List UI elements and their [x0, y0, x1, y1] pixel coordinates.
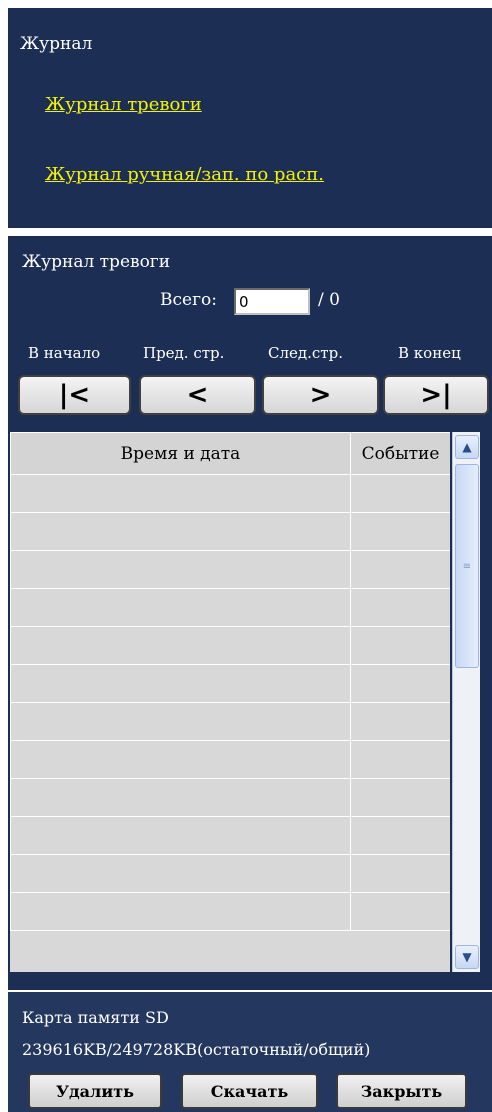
datetime-cell	[10, 474, 351, 513]
manual-schedule-log-link[interactable]: Журнал ручная/зап. по расп.	[45, 164, 324, 185]
first-page-icon: |<	[58, 380, 91, 410]
table-row	[10, 854, 450, 893]
table-row	[10, 740, 450, 779]
table-row	[10, 626, 450, 665]
total-page-input[interactable]	[234, 288, 310, 315]
scroll-down-icon[interactable]: ▼	[455, 945, 479, 969]
event-cell	[350, 892, 450, 931]
scroll-thumb[interactable]: ≡	[455, 464, 479, 668]
sd-card-title: Карта памяти SD	[22, 1008, 169, 1027]
next-page-icon: >	[309, 380, 332, 410]
event-cell	[350, 550, 450, 589]
datetime-column-header: Время и дата	[10, 432, 351, 475]
last-page-icon: >|	[420, 380, 452, 410]
table-row	[10, 816, 450, 855]
datetime-cell	[10, 512, 351, 551]
delete-button[interactable]: Удалить	[28, 1073, 162, 1109]
table-row	[10, 664, 450, 703]
datetime-cell	[10, 702, 351, 741]
datetime-cell	[10, 854, 351, 893]
last-page-label: В конец	[398, 344, 461, 362]
table-row	[10, 588, 450, 627]
table-scrollbar[interactable]: ▲ ≡ ▼	[452, 432, 480, 972]
datetime-cell	[10, 740, 351, 779]
table-row	[10, 550, 450, 589]
log-section-title: Журнал	[20, 34, 93, 54]
event-cell	[350, 474, 450, 513]
table-row	[10, 778, 450, 817]
prev-page-icon: <	[186, 380, 209, 410]
datetime-cell	[10, 892, 351, 931]
alarm-log-link[interactable]: Журнал тревоги	[45, 94, 202, 115]
datetime-cell	[10, 588, 351, 627]
event-cell	[350, 626, 450, 665]
total-suffix: / 0	[318, 290, 340, 310]
datetime-cell	[10, 664, 351, 703]
event-cell	[350, 664, 450, 703]
event-cell	[350, 512, 450, 551]
table-row	[10, 892, 450, 931]
event-column-header: Событие	[350, 432, 450, 475]
table-row	[10, 474, 450, 513]
download-button[interactable]: Скачать	[181, 1073, 318, 1109]
next-page-button[interactable]: >	[262, 375, 379, 415]
table-row	[10, 512, 450, 551]
scroll-up-icon[interactable]: ▲	[455, 435, 479, 459]
next-page-label: След.стр.	[268, 344, 343, 362]
datetime-cell	[10, 778, 351, 817]
event-cell	[350, 588, 450, 627]
datetime-cell	[10, 626, 351, 665]
datetime-cell	[10, 816, 351, 855]
alarm-log-table: Время и дата Событие	[10, 432, 450, 972]
sd-card-capacity: 239616KB/249728KB(остаточный/общий)	[22, 1040, 371, 1059]
first-page-label: В начало	[28, 344, 101, 362]
last-page-button[interactable]: >|	[383, 375, 489, 415]
prev-page-label: Пред. стр.	[143, 344, 225, 362]
prev-page-button[interactable]: <	[139, 375, 256, 415]
event-cell	[350, 816, 450, 855]
table-row	[10, 702, 450, 741]
table-header-row: Время и дата Событие	[10, 432, 450, 475]
total-label: Всего:	[160, 290, 217, 310]
alarm-log-title: Журнал тревоги	[22, 252, 171, 272]
datetime-cell	[10, 550, 351, 589]
first-page-button[interactable]: |<	[18, 375, 131, 415]
event-cell	[350, 740, 450, 779]
event-cell	[350, 702, 450, 741]
close-button[interactable]: Закрыть	[336, 1073, 467, 1109]
event-cell	[350, 778, 450, 817]
event-cell	[350, 854, 450, 893]
